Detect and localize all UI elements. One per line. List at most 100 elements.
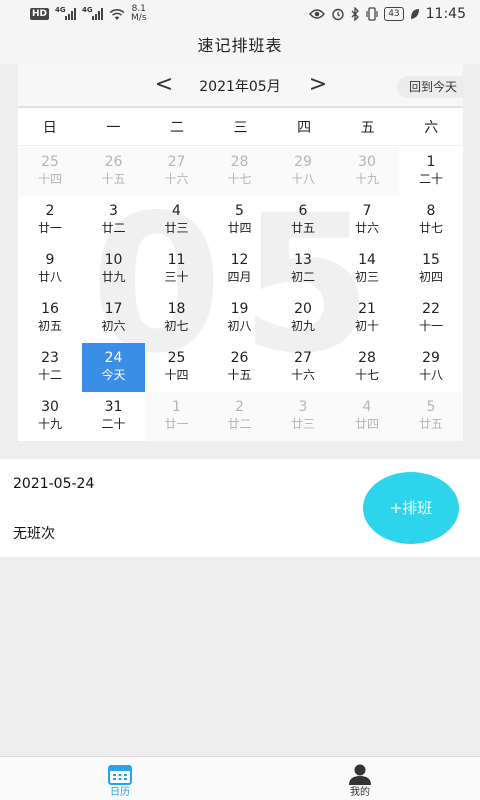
day-number: 30 [41,399,59,415]
day-cell[interactable]: 15 初四 [399,245,463,294]
day-cell[interactable]: 18 初七 [145,294,208,343]
day-cell[interactable]: 17 初六 [82,294,145,343]
day-cell[interactable]: 9 廿八 [18,245,82,294]
shift-status: 无班次 [13,526,55,542]
prev-month-button[interactable]: < [152,72,176,98]
app-header: 速记排班表 [0,28,480,64]
day-number: 3 [109,203,118,219]
day-cell[interactable]: 26 十五 [208,343,271,392]
day-number: 30 [358,154,376,170]
day-cell[interactable]: 19 初八 [208,294,271,343]
day-cell[interactable]: 1 二十 [399,147,463,196]
weekday-label: 五 [360,120,375,136]
day-number: 17 [104,301,123,317]
calendar-icon [108,765,132,785]
tab-label: 日历 [110,787,130,798]
day-cell[interactable]: 5 廿五 [399,392,463,441]
lunar-date: 廿六 [354,221,379,235]
day-cell[interactable]: 11 三十 [145,245,208,294]
day-number: 1 [426,154,436,170]
lunar-date: 十四 [164,368,189,382]
add-shift-button[interactable]: +排班 [363,472,459,544]
day-cell[interactable]: 29 十八 [399,343,463,392]
day-cell[interactable]: 30 十九 [18,392,82,441]
day-number: 25 [167,350,186,366]
weekday-label: 四 [297,120,312,136]
day-cell[interactable]: 13 初二 [271,245,335,294]
lunar-date: 初二 [290,270,315,284]
hd-icon: HD [30,8,50,20]
day-cell[interactable]: 26 十五 [82,147,145,196]
day-number: 2 [45,203,55,219]
day-cell[interactable]: 8 廿七 [399,196,463,245]
day-number: 29 [294,154,312,170]
lunar-date: 十六 [290,368,315,382]
day-number: 13 [294,252,312,268]
day-cell[interactable]: 27 十六 [271,343,335,392]
lunar-date: 廿五 [290,221,315,235]
day-number: 14 [358,252,376,268]
day-cell[interactable]: 31 二十 [82,392,145,441]
next-month-button[interactable]: > [306,72,330,98]
lunar-date: 十四 [37,172,62,186]
lunar-date: 二十 [101,417,126,431]
day-cell[interactable]: 14 初三 [335,245,399,294]
lunar-date: 十七 [227,172,252,186]
tab-calendar[interactable]: 日历 [0,757,240,800]
day-number: 2 [235,399,244,415]
day-number: 18 [167,301,186,317]
person-icon [349,764,371,785]
lunar-date: 廿三 [164,221,189,235]
lunar-date: 十一 [418,319,443,333]
day-number: 10 [104,252,123,268]
lunar-date: 廿七 [418,221,443,235]
back-to-today-button[interactable]: 回到今天 [396,76,463,98]
day-number: 15 [422,252,440,268]
day-cell[interactable]: 28 十七 [335,343,399,392]
day-cell[interactable]: 5 廿四 [208,196,271,245]
day-cell[interactable]: 22 十一 [399,294,463,343]
day-cell[interactable]: 12 四月 [208,245,271,294]
tab-mine[interactable]: 我的 [240,757,480,800]
day-cell[interactable]: 2 廿一 [18,196,82,245]
day-number: 8 [426,203,436,219]
vibrate-icon [366,7,378,21]
day-cell[interactable]: 7 廿六 [335,196,399,245]
day-number: 5 [235,203,244,219]
day-cell[interactable]: 4 廿四 [335,392,399,441]
day-number: 19 [230,301,249,317]
day-number: 20 [294,301,312,317]
day-number: 4 [172,203,181,219]
day-cell[interactable]: 25 十四 [18,147,82,196]
clock: 11:45 [425,6,466,22]
day-cell[interactable]: 30 十九 [335,147,399,196]
day-cell[interactable]: 20 初九 [271,294,335,343]
wifi-icon [109,8,125,20]
day-cell[interactable]: 3 廿二 [82,196,145,245]
day-cell[interactable]: 28 十七 [208,147,271,196]
day-cell[interactable]: 16 初五 [18,294,82,343]
day-cell[interactable]: 23 十二 [18,343,82,392]
day-cell[interactable]: 29 十八 [271,147,335,196]
day-number: 26 [230,350,249,366]
day-cell-selected[interactable]: 24 今天 [82,343,145,392]
lunar-date: 二十 [418,172,443,186]
day-cell[interactable]: 2 廿二 [208,392,271,441]
day-cell[interactable]: 6 廿五 [271,196,335,245]
lunar-date: 十六 [164,172,189,186]
day-cell[interactable]: 4 廿三 [145,196,208,245]
day-cell[interactable]: 10 廿九 [82,245,145,294]
lunar-date: 十九 [37,417,62,431]
day-number: 26 [104,154,123,170]
day-cell[interactable]: 27 十六 [145,147,208,196]
status-left: HD 4G 4G 8.1 M/s [30,5,147,23]
day-cell[interactable]: 25 十四 [145,343,208,392]
weekday-label: 日 [42,120,57,136]
eye-icon [309,9,326,19]
day-cell[interactable]: 1 廿一 [145,392,208,441]
day-cell[interactable]: 21 初十 [335,294,399,343]
bluetooth-icon [351,7,360,21]
day-cell[interactable]: 3 廿三 [271,392,335,441]
day-number: 24 [104,350,123,366]
selected-date: 2021-05-24 [13,476,95,492]
